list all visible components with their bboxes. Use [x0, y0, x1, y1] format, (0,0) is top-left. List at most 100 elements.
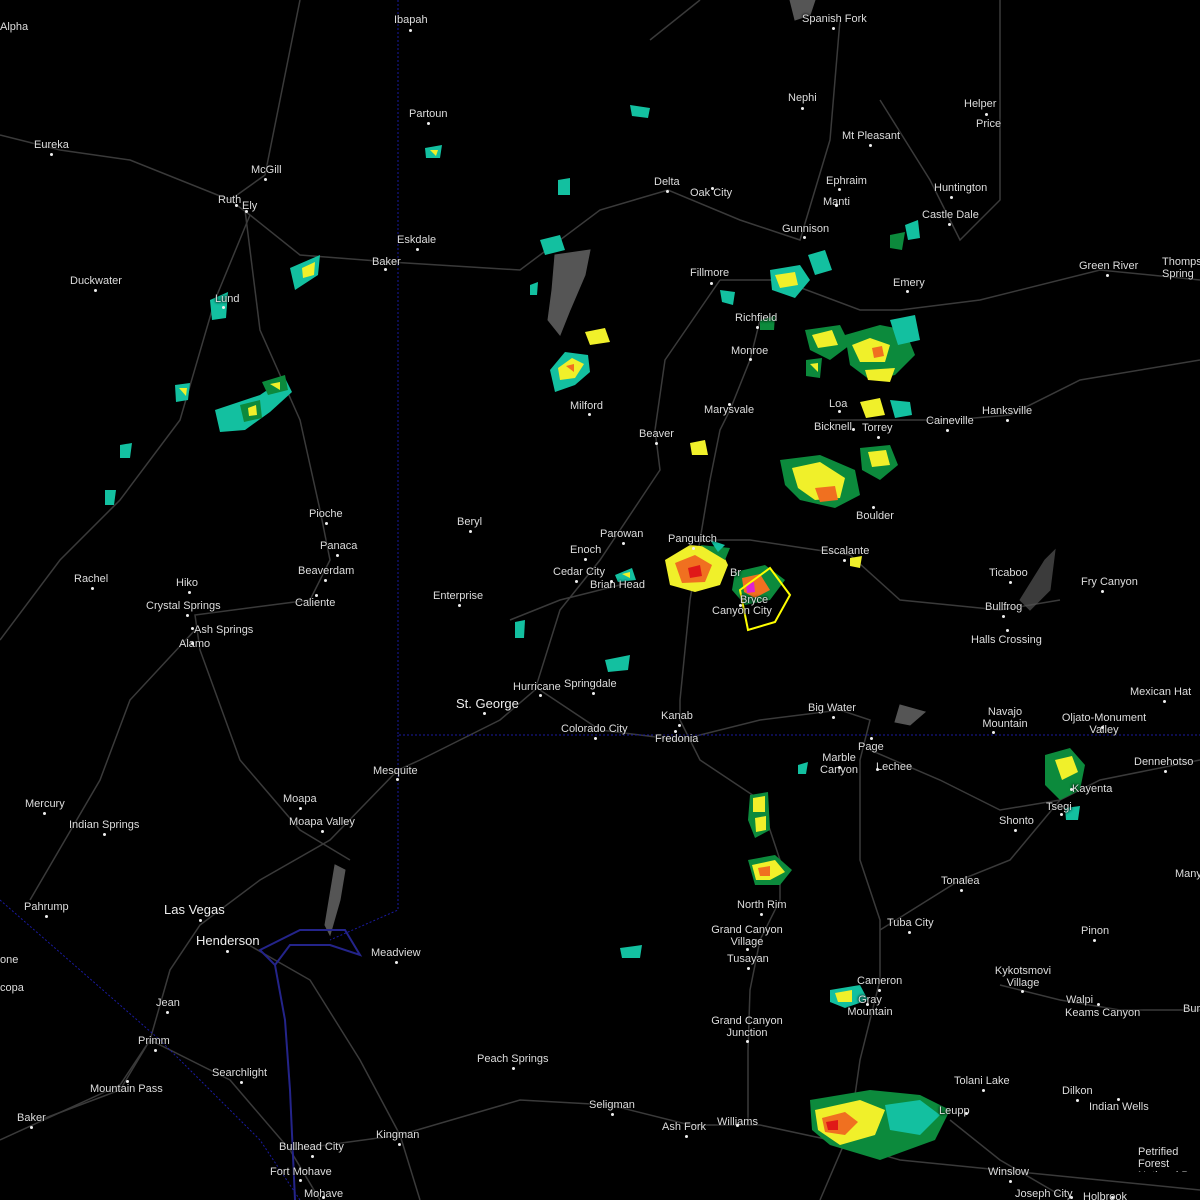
place-grand-canyon-village: Grand Canyon Village: [711, 924, 783, 948]
place-richfield: Richfield: [735, 312, 778, 324]
city-dot: [950, 196, 953, 199]
place-indian-springs: Indian Springs: [69, 819, 140, 831]
place-helper: Helper: [964, 98, 997, 110]
city-dot: [512, 1067, 515, 1070]
city-dot: [154, 1049, 157, 1052]
place-colorado-city: Colorado City: [561, 723, 628, 735]
city-dot: [469, 530, 472, 533]
city-dot: [746, 948, 749, 951]
place-castle-dale: Castle Dale: [922, 209, 979, 221]
place-gunnison: Gunnison: [782, 223, 830, 235]
city-dot: [325, 522, 328, 525]
place-mercury: Mercury: [25, 798, 65, 810]
place-tuba-city: Tuba City: [887, 917, 934, 929]
place-jean: Jean: [156, 997, 180, 1009]
place-petrified-forest: Petrified Forest National Pa: [1138, 1146, 1195, 1172]
place-winslow: Winslow: [988, 1166, 1029, 1178]
city-dot: [692, 547, 695, 550]
place-indian-wells: Indian Wells: [1089, 1101, 1149, 1113]
city-dot: [1106, 274, 1109, 277]
city-dot: [838, 188, 841, 191]
city-dot: [458, 604, 461, 607]
place-nephi: Nephi: [788, 92, 817, 104]
city-dot: [384, 268, 387, 271]
city-dot: [982, 1089, 985, 1092]
place-bullhead-city: Bullhead City: [279, 1141, 344, 1153]
place-panaca: Panaca: [320, 540, 358, 552]
city-dot: [685, 1135, 688, 1138]
place-escalante: Escalante: [821, 545, 870, 557]
place-kayenta: Kayenta: [1072, 783, 1113, 795]
city-dot: [1006, 419, 1009, 422]
city-dot: [245, 210, 248, 213]
city-dot: [315, 594, 318, 597]
city-dot: [1076, 1099, 1079, 1102]
place-moapa-valley: Moapa Valley: [289, 816, 355, 828]
place-north-rim: North Rim: [737, 899, 787, 911]
city-dot: [908, 931, 911, 934]
place-holbrook: Holbrook: [1083, 1191, 1128, 1200]
place-kingman: Kingman: [376, 1129, 420, 1141]
city-dot: [906, 290, 909, 293]
place-tsegi: Tsegi: [1046, 801, 1072, 813]
city-dot: [736, 1124, 739, 1127]
city-dot: [1002, 615, 1005, 618]
place-canyon-city: Canyon City: [712, 605, 772, 617]
place-fort-mohave: Fort Mohave: [270, 1166, 332, 1178]
city-dot: [1117, 1098, 1120, 1101]
place-mesquite: Mesquite: [373, 765, 418, 777]
place-seligman: Seligman: [589, 1099, 635, 1111]
city-dot: [1101, 726, 1104, 729]
city-dot: [948, 223, 951, 226]
place-mt-pleasant: Mt Pleasant: [842, 130, 901, 142]
city-dot: [43, 812, 46, 815]
place-leupp: Leupp: [939, 1105, 970, 1117]
city-dot: [728, 403, 731, 406]
place-pahrump: Pahrump: [24, 901, 69, 913]
place-eureka: Eureka: [34, 139, 69, 151]
city-dot: [235, 204, 238, 207]
place-moapa: Moapa: [283, 793, 317, 805]
city-dot: [876, 768, 879, 771]
city-dot: [870, 737, 873, 740]
place-st-george: St. George: [456, 696, 519, 711]
place-alamo: Alamo: [179, 638, 211, 650]
place-mountain-pass: Mountain Pass: [90, 1083, 163, 1095]
city-dot: [674, 730, 677, 733]
place-enterprise: Enterprise: [433, 590, 484, 602]
city-dot: [299, 1179, 302, 1182]
city-dot: [711, 187, 714, 190]
city-dot: [749, 358, 752, 361]
city-dot: [186, 614, 189, 617]
city-dot: [838, 410, 841, 413]
city-dot: [739, 604, 742, 607]
place-ash-springs: Ash Springs: [194, 624, 254, 636]
city-dot: [872, 506, 875, 509]
place-springdale: Springdale: [564, 678, 617, 690]
place-henderson: Henderson: [196, 933, 260, 948]
city-dot: [610, 580, 613, 583]
city-dot: [710, 282, 713, 285]
city-dot: [395, 961, 398, 964]
place-huntington: Huntington: [934, 182, 988, 194]
city-dot: [869, 144, 872, 147]
city-dot: [1060, 813, 1063, 816]
place-caineville: Caineville: [926, 415, 974, 427]
place-baker-ca: Baker: [17, 1112, 46, 1124]
radar-map[interactable]: Alpha Ibapah Spanish Fork Nephi Helper P…: [0, 0, 1200, 1200]
place-gray-mountain: Gray Mountain: [847, 994, 893, 1018]
city-dot: [992, 731, 995, 734]
city-dot: [1009, 1180, 1012, 1183]
place-lund: Lund: [215, 293, 240, 305]
city-dot: [584, 558, 587, 561]
place-dilkon: Dilkon: [1062, 1085, 1093, 1097]
place-keams-canyon: Keams Canyon: [1065, 1007, 1141, 1019]
place-eskdale: Eskdale: [397, 234, 437, 246]
place-las-vegas: Las Vegas: [164, 902, 225, 917]
place-beryl: Beryl: [457, 516, 483, 528]
city-dot: [1021, 990, 1024, 993]
place-ticaboo: Ticaboo: [989, 567, 1028, 579]
city-dot: [416, 248, 419, 251]
place-rachel: Rachel: [74, 573, 109, 585]
place-ibapah: Ibapah: [394, 14, 428, 26]
